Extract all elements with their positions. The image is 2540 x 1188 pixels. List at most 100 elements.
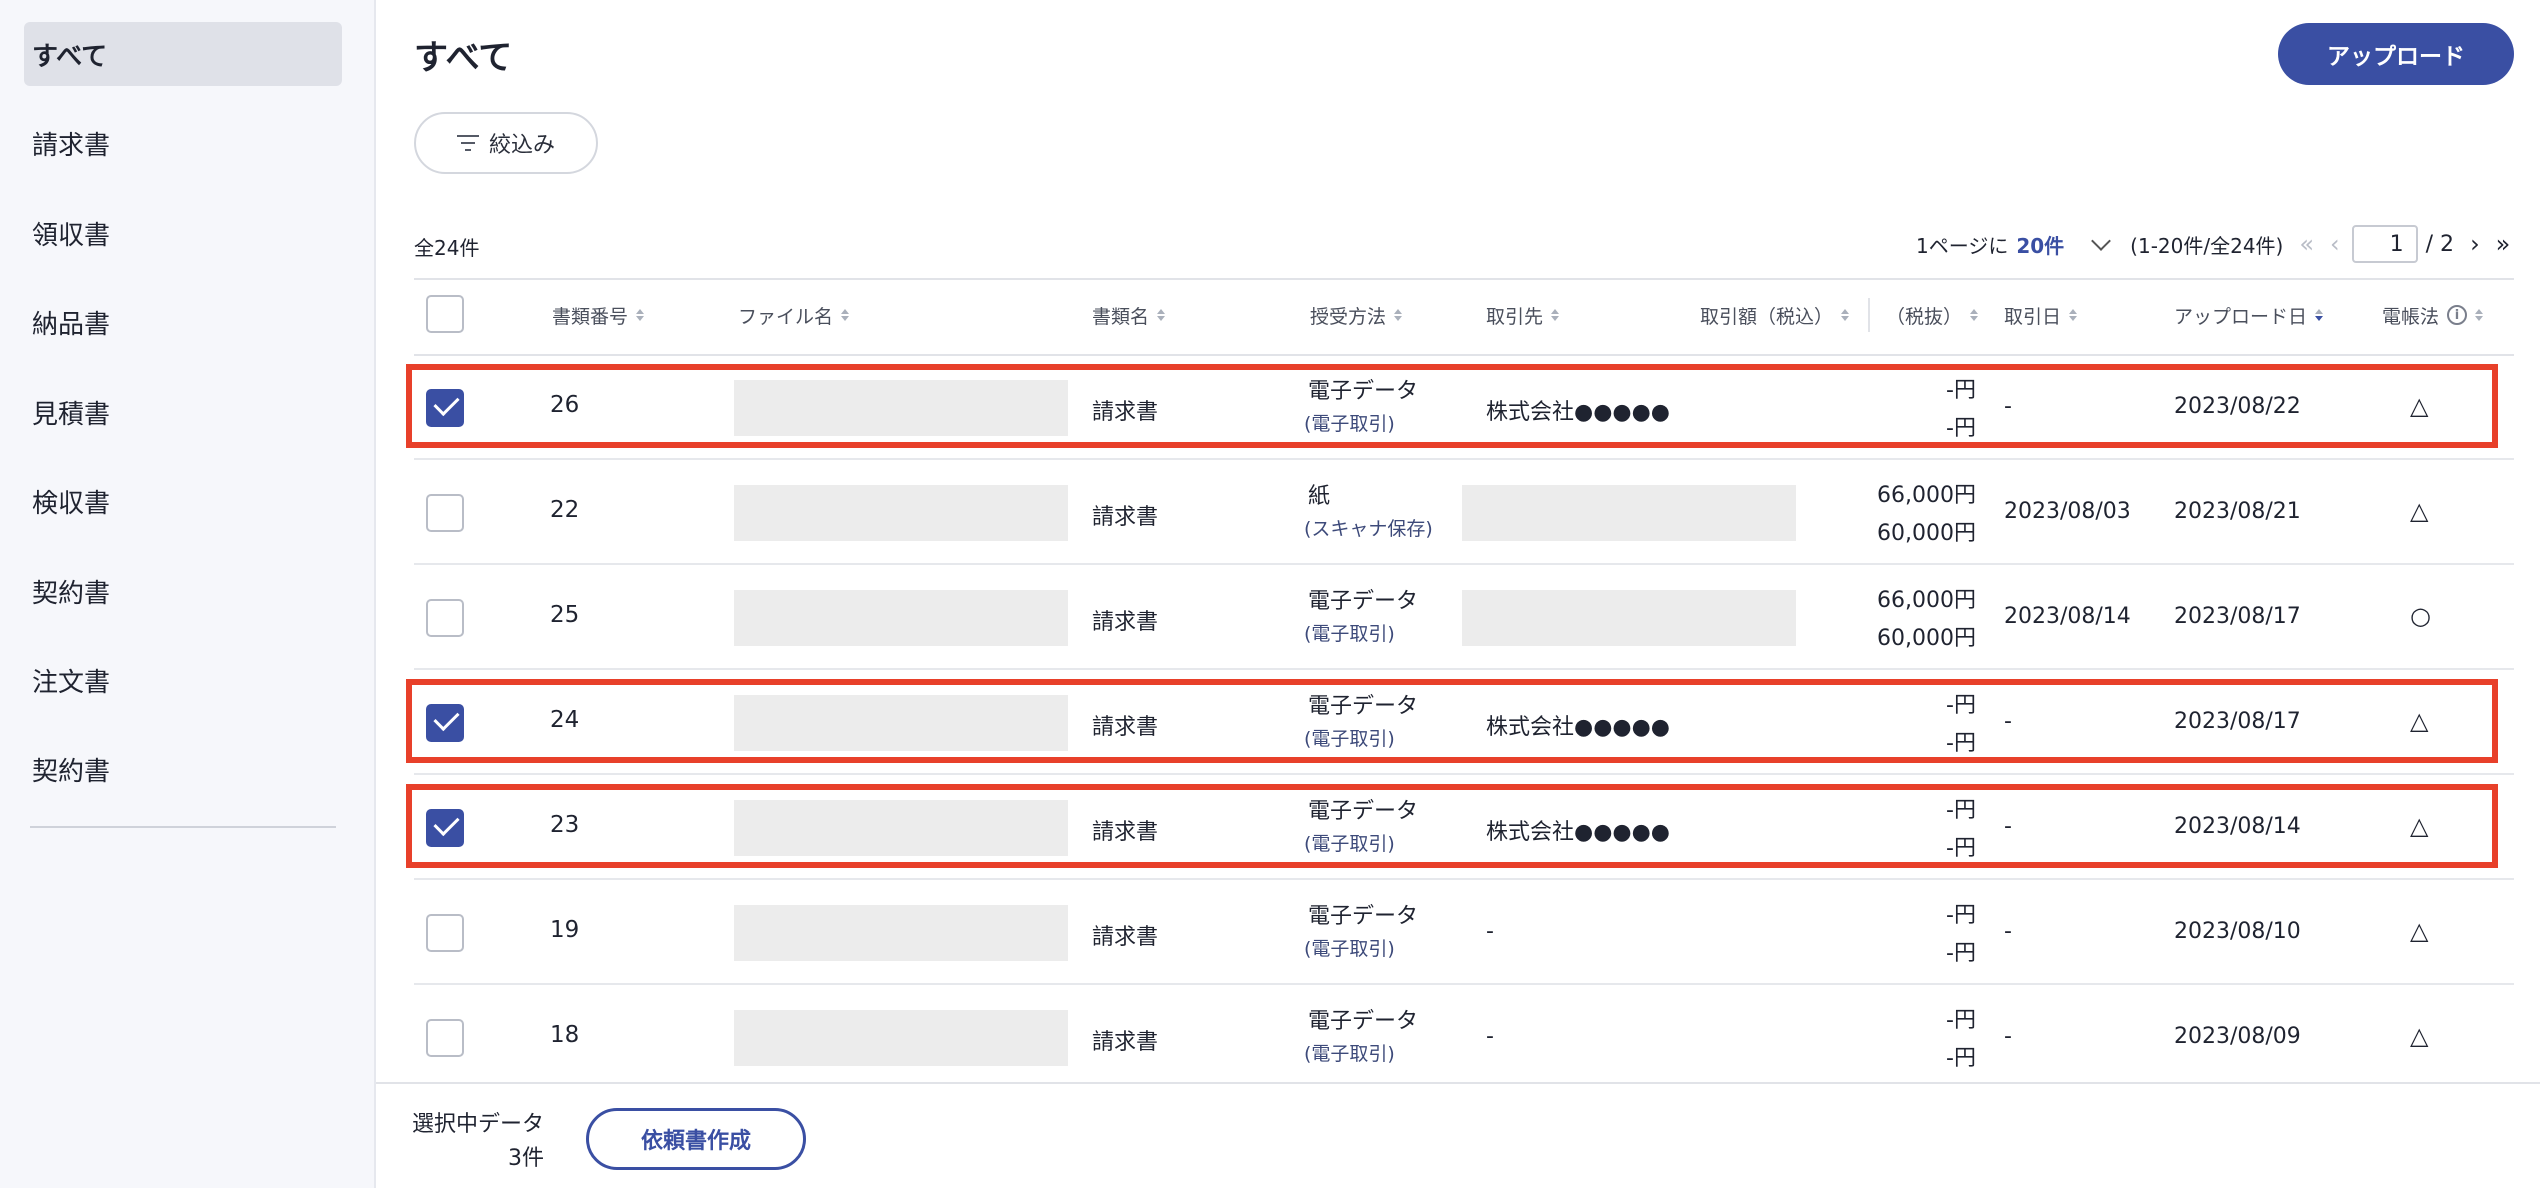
sidebar-item-order[interactable]: 注文書 xyxy=(24,648,342,712)
last-page-icon[interactable]: » xyxy=(2496,230,2511,258)
file-name-redacted[interactable] xyxy=(734,590,1068,646)
row-checkbox[interactable] xyxy=(426,1019,464,1057)
partner-cell: 株式会社●●●●● xyxy=(1486,820,1670,845)
sidebar-item-quotation[interactable]: 見積書 xyxy=(24,380,342,444)
sidebar-item-delivery-note[interactable]: 納品書 xyxy=(24,290,342,354)
file-name-redacted[interactable] xyxy=(734,485,1068,541)
amount-cell: -円 -円 xyxy=(1814,792,1976,868)
row-checkbox[interactable] xyxy=(426,494,464,532)
sort-icon xyxy=(1841,309,1850,321)
amount-incl: -円 xyxy=(1946,1008,1976,1033)
e-book-law-status: △ xyxy=(2410,707,2429,735)
filter-icon xyxy=(456,135,479,151)
doc-number-cell[interactable]: 19 xyxy=(550,917,579,943)
table-row[interactable]: 25 請求書 電子データ (電子取引) 66,000円 60,000円 2023/08/14… xyxy=(414,566,2514,670)
column-header-amount-excl[interactable]: （税抜） xyxy=(1886,302,1979,328)
upload-date-cell: 2023/08/17 xyxy=(2174,604,2301,629)
doc-number-cell[interactable]: 18 xyxy=(550,1022,579,1048)
sidebar-item-inspection[interactable]: 検収書 xyxy=(24,469,342,533)
trade-date-cell: 2023/08/03 xyxy=(2004,499,2131,524)
doc-type-cell: 請求書 xyxy=(1092,820,1159,845)
method-cell: 電子データ (電子取引) xyxy=(1304,901,1418,965)
row-checkbox[interactable] xyxy=(426,389,464,427)
e-book-law-status: △ xyxy=(2410,392,2429,420)
sidebar-item-receipt[interactable]: 領収書 xyxy=(24,201,342,265)
row-checkbox[interactable] xyxy=(426,704,464,742)
column-header-doc-number[interactable]: 書類番号 xyxy=(552,302,645,328)
doc-number-cell[interactable]: 24 xyxy=(550,707,579,733)
pagination: 1ページに 20件 (1-20件/全24件) « ‹ 1 / 2 › » xyxy=(1916,224,2510,264)
column-header-method[interactable]: 授受方法 xyxy=(1310,302,1403,328)
amount-incl: 66,000円 xyxy=(1877,483,1976,508)
amount-cell: -円 -円 xyxy=(1814,687,1976,763)
column-separator xyxy=(1868,298,1870,332)
table-row[interactable]: 26 請求書 電子データ (電子取引) 株式会社●●●●● -円 -円 - 2023/08/22… xyxy=(414,356,2514,460)
sidebar-item-all[interactable]: すべて xyxy=(24,22,342,86)
column-header-file-name[interactable]: ファイル名 xyxy=(738,302,850,328)
column-header-upload-date[interactable]: アップロード日 xyxy=(2174,302,2324,328)
upload-button[interactable]: アップロード xyxy=(2278,23,2514,85)
prev-page-icon[interactable]: ‹ xyxy=(2330,230,2340,258)
create-request-button[interactable]: 依頼書作成 xyxy=(586,1108,806,1170)
trade-date-cell: - xyxy=(2004,394,2012,419)
column-header-e-book-law[interactable]: 電帳法 i xyxy=(2382,302,2484,328)
amount-cell: 66,000円 60,000円 xyxy=(1814,582,1976,658)
file-name-redacted[interactable] xyxy=(734,905,1068,961)
file-name-redacted[interactable] xyxy=(734,800,1068,856)
upload-date-cell: 2023/08/14 xyxy=(2174,814,2301,839)
amount-cell: -円 -円 xyxy=(1814,1002,1976,1078)
page-input[interactable]: 1 xyxy=(2351,225,2418,263)
doc-number-cell[interactable]: 26 xyxy=(550,392,579,418)
sort-icon xyxy=(2475,309,2484,321)
upload-date-cell: 2023/08/17 xyxy=(2174,709,2301,734)
file-name-redacted[interactable] xyxy=(734,1010,1068,1066)
table-row[interactable]: 19 請求書 電子データ (電子取引) - -円 -円 - 2023/08/10 △ xyxy=(414,881,2514,985)
doc-number-cell[interactable]: 25 xyxy=(550,602,579,628)
doc-type-cell: 請求書 xyxy=(1092,400,1159,425)
table-row[interactable]: 23 請求書 電子データ (電子取引) 株式会社●●●●● -円 -円 - 2023/08/14… xyxy=(414,776,2514,880)
info-icon[interactable]: i xyxy=(2447,305,2468,325)
column-header-trade-date[interactable]: 取引日 xyxy=(2004,302,2078,328)
partner-cell: - xyxy=(1486,1024,1494,1049)
method-sub: (電子取引) xyxy=(1304,938,1395,960)
sidebar-item-contract-2[interactable]: 契約書 xyxy=(24,737,342,801)
doc-number-cell[interactable]: 22 xyxy=(550,497,579,523)
amount-incl: -円 xyxy=(1946,798,1976,823)
partner-cell: - xyxy=(1486,919,1494,944)
upload-date-cell: 2023/08/10 xyxy=(2174,919,2301,944)
filter-button[interactable]: 絞込み xyxy=(414,112,598,174)
table-row[interactable]: 24 請求書 電子データ (電子取引) 株式会社●●●●● -円 -円 - 2023/08/17… xyxy=(414,671,2514,775)
first-page-icon[interactable]: « xyxy=(2299,230,2314,258)
sort-icon xyxy=(1970,309,1979,321)
trade-date-cell: - xyxy=(2004,709,2012,734)
file-name-redacted[interactable] xyxy=(734,695,1068,751)
doc-type-cell: 請求書 xyxy=(1092,715,1159,740)
select-all-checkbox[interactable] xyxy=(426,295,464,333)
sidebar-item-contract[interactable]: 契約書 xyxy=(24,559,342,623)
table-row[interactable]: 22 請求書 紙 (スキャナ保存) 66,000円 60,000円 2023/08/03 20… xyxy=(414,461,2514,565)
method-cell: 紙 (スキャナ保存) xyxy=(1304,481,1433,545)
amount-incl: -円 xyxy=(1946,903,1976,928)
chevron-down-icon[interactable] xyxy=(2091,231,2112,251)
method-cell: 電子データ (電子取引) xyxy=(1304,691,1418,755)
next-page-icon[interactable]: › xyxy=(2470,230,2480,258)
column-header-partner[interactable]: 取引先 xyxy=(1486,302,1560,328)
method-cell: 電子データ (電子取引) xyxy=(1304,376,1418,440)
sidebar-item-invoice[interactable]: 請求書 xyxy=(24,111,342,175)
trade-date-cell: 2023/08/14 xyxy=(2004,604,2131,629)
amount-cell: 66,000円 60,000円 xyxy=(1814,477,1976,553)
file-name-redacted[interactable] xyxy=(734,380,1068,436)
e-book-law-status: △ xyxy=(2410,812,2429,840)
row-checkbox[interactable] xyxy=(426,599,464,637)
doc-number-cell[interactable]: 23 xyxy=(550,812,579,838)
e-book-law-status: △ xyxy=(2410,1022,2429,1050)
column-header-doc-type[interactable]: 書類名 xyxy=(1092,302,1166,328)
row-checkbox[interactable] xyxy=(426,914,464,952)
sidebar: すべて 請求書 領収書 納品書 見積書 検収書 契約書 注文書 契約書 xyxy=(0,0,376,1188)
per-page-select[interactable]: 20件 xyxy=(2016,230,2064,259)
upload-date-cell: 2023/08/09 xyxy=(2174,1024,2301,1049)
row-checkbox[interactable] xyxy=(426,809,464,847)
method-sub: (電子取引) xyxy=(1304,728,1395,750)
column-header-amount-incl[interactable]: 取引額（税込） xyxy=(1700,302,1850,328)
table-row[interactable]: 18 請求書 電子データ (電子取引) - -円 -円 - 2023/08/09 △ xyxy=(414,986,2514,1090)
